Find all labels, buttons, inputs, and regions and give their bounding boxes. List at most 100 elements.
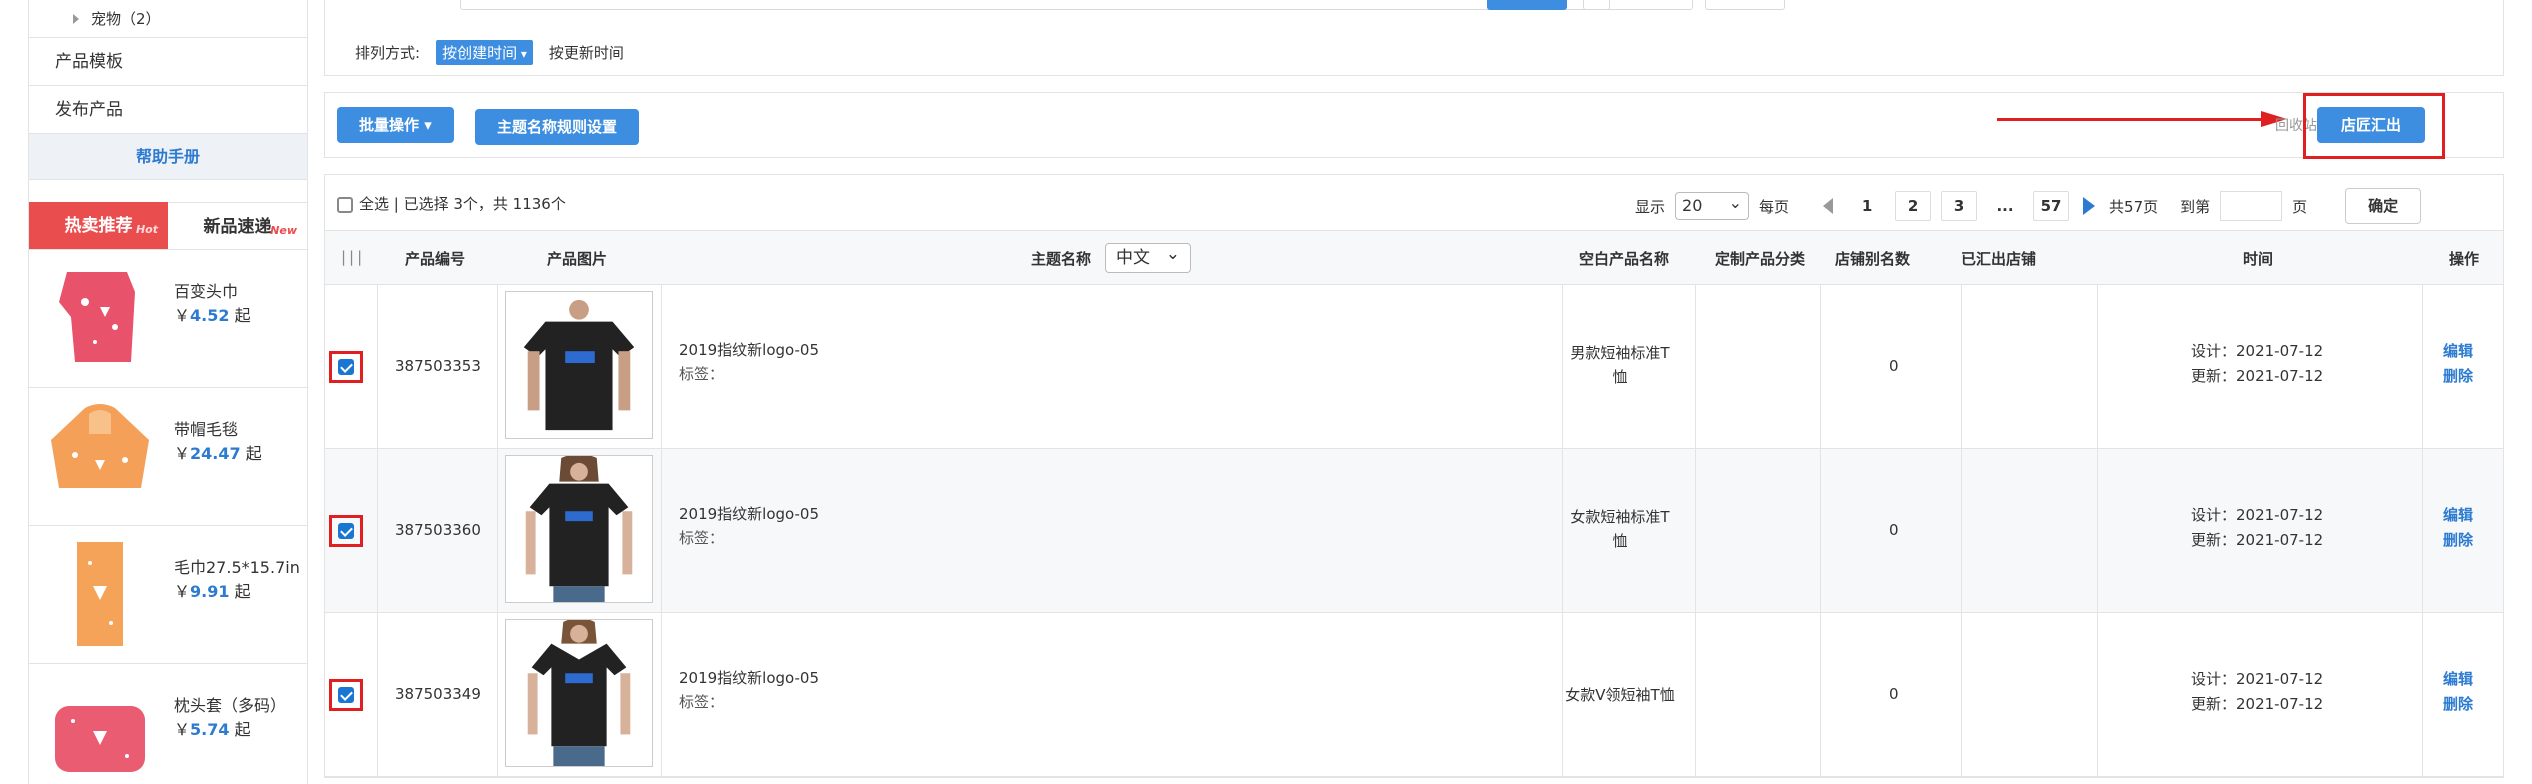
product-title: 2019指纹新logo-05 [679, 669, 819, 687]
prev-page-icon[interactable] [1823, 198, 1834, 214]
edit-link[interactable]: 编辑 [2443, 339, 2473, 364]
batch-operation-button[interactable]: 批量操作 ▾ [337, 107, 454, 143]
currency-symbol: ￥ [174, 582, 191, 601]
hot-item-price: ￥24.47 起 [174, 440, 262, 464]
row-checkbox[interactable] [338, 523, 354, 539]
currency-symbol: ￥ [174, 306, 191, 325]
hot-item-name[interactable]: 百变头巾 [174, 278, 238, 302]
design-date: 设计：2021-07-12 [2191, 506, 2324, 524]
product-image[interactable] [505, 291, 653, 439]
update-date: 更新：2021-07-12 [2191, 367, 2324, 385]
sidebar-link-product-template[interactable]: 产品模板 [29, 38, 307, 86]
price-value: 24.47 [190, 444, 241, 463]
help-manual-link[interactable]: 帮助手册 [29, 134, 307, 180]
row-ops: 编辑 删除 [2443, 667, 2473, 717]
title-rule-settings-button[interactable]: 主题名称规则设置 [475, 109, 640, 145]
edit-link[interactable]: 编辑 [2443, 503, 2473, 528]
hot-item[interactable]: 带帽毛毯 ￥24.47 起 [29, 388, 307, 526]
header-code: 产品编号 [405, 250, 466, 268]
column-settings-icon[interactable]: ||| [341, 248, 365, 266]
hot-item-name[interactable]: 枕头套（多码） [174, 692, 286, 716]
pagination-bar: 全选 | 已选择 3个，共 1136个 显示 20 每页 1 2 3 ... 5… [325, 175, 2503, 231]
product-tags: 标签： [679, 693, 725, 711]
hot-item-price: ￥5.74 起 [174, 716, 251, 740]
price-suffix: 起 [234, 720, 251, 739]
design-date: 设计：2021-07-12 [2191, 670, 2324, 688]
product-image[interactable] [505, 619, 653, 767]
tab-new-arrivals[interactable]: 新品速递 New [168, 202, 307, 249]
header-ops: 操作 [2449, 250, 2480, 268]
confirm-goto-button[interactable]: 确定 [2345, 188, 2422, 224]
filter-button[interactable] [1583, 0, 1693, 10]
search-button[interactable] [1487, 0, 1567, 10]
tab-new-label: 新品速递 [203, 217, 272, 237]
product-image[interactable] [505, 455, 653, 603]
select-all-checkbox[interactable] [337, 196, 353, 213]
row-checkbox-highlight [329, 679, 363, 711]
product-tags: 标签： [679, 529, 725, 547]
price-suffix: 起 [245, 444, 262, 463]
row-checkbox[interactable] [338, 359, 354, 375]
sort-by-updated-button[interactable]: 按更新时间 [549, 42, 624, 63]
hot-item-price: ￥4.52 起 [174, 302, 251, 326]
blank-name-line2: 恤 [1612, 368, 1628, 386]
page-57[interactable]: 57 [2033, 191, 2070, 221]
delete-link[interactable]: 删除 [2443, 692, 2473, 717]
language-select[interactable]: 中文 [1105, 240, 1191, 273]
page-2[interactable]: 2 [1895, 191, 1932, 221]
hot-item[interactable]: 枕头套（多码） ￥5.74 起 [29, 664, 307, 784]
pager: 显示 20 每页 1 2 3 ... 57 共57页 到第 页 确定 [1635, 188, 2422, 224]
per-page-select[interactable]: 20 [1675, 190, 1750, 220]
next-page-icon[interactable] [2083, 197, 2096, 215]
header-category: 定制产品分类 [1715, 250, 1806, 268]
product-title: 2019指纹新logo-05 [679, 341, 819, 359]
per-page-label: 每页 [1759, 197, 1790, 216]
reset-button[interactable] [1705, 0, 1785, 10]
table-row: 387503353 2019指纹新logo-05 标签： 男款短袖标准T 恤 0 … [325, 285, 2503, 449]
header-title: 主题名称 [1031, 250, 1092, 268]
hot-item[interactable]: 毛巾27.5*15.7in ￥9.91 起 [29, 526, 307, 664]
product-code: 387503353 [395, 357, 481, 375]
header-blank-name: 空白产品名称 [1579, 250, 1670, 268]
pillowcase-thumbnail[interactable] [45, 676, 155, 784]
alias-count: 0 [1889, 521, 1899, 539]
hot-item[interactable]: 百变头巾 ￥4.52 起 [29, 250, 307, 388]
design-date: 设计：2021-07-12 [2191, 342, 2324, 360]
tree-item-pets[interactable]: 宠物（2） [29, 0, 307, 38]
hooded-blanket-thumbnail[interactable] [45, 400, 155, 512]
sidebar-link-publish-product[interactable]: 发布产品 [29, 86, 307, 134]
total-pages: 共57页 [2109, 197, 2159, 216]
shoplazza-export-button[interactable]: 店匠汇出 [2317, 107, 2426, 143]
towel-thumbnail[interactable] [45, 538, 155, 650]
goto-page-input[interactable] [2220, 191, 2283, 221]
page-1[interactable]: 1 [1849, 191, 1885, 221]
blank-name-line1: 男款短袖标准T [1570, 344, 1670, 362]
hot-item-name[interactable]: 毛巾27.5*15.7in [174, 554, 300, 578]
edit-link[interactable]: 编辑 [2443, 667, 2473, 692]
sort-row: 排列方式: 按创建时间 按更新时间 [355, 40, 624, 65]
price-value: 5.74 [190, 720, 230, 739]
currency-symbol: ￥ [174, 444, 191, 463]
row-checkbox[interactable] [338, 687, 354, 703]
search-input[interactable] [460, 0, 1610, 10]
tab-hot-recommend[interactable]: 热卖推荐 Hot [29, 202, 168, 249]
blank-name-line1: 女款V领短袖T恤 [1565, 686, 1675, 704]
header-image: 产品图片 [547, 250, 608, 268]
sort-by-created-button[interactable]: 按创建时间 [436, 40, 533, 65]
blank-name-line2: 恤 [1612, 532, 1628, 550]
selection-summary: 全选 | 已选择 3个，共 1136个 [359, 195, 566, 213]
page-3[interactable]: 3 [1941, 191, 1978, 221]
header-alias: 店铺别名数 [1835, 250, 1911, 268]
new-badge: New [270, 224, 297, 237]
delete-link[interactable]: 删除 [2443, 364, 2473, 389]
delete-link[interactable]: 删除 [2443, 528, 2473, 553]
select-all[interactable]: 全选 | 已选择 3个，共 1136个 [337, 193, 566, 214]
caret-right-icon[interactable] [73, 14, 79, 24]
hot-item-name[interactable]: 带帽毛毯 [174, 416, 238, 440]
bandana-thumbnail[interactable] [45, 262, 155, 374]
sidebar: 宠物（2） 产品模板 发布产品 帮助手册 热卖推荐 Hot 新品速递 New 百… [28, 0, 308, 784]
product-code: 387503349 [395, 685, 481, 703]
alias-count: 0 [1889, 357, 1899, 375]
page-unit-label: 页 [2292, 197, 2308, 216]
product-table: 全选 | 已选择 3个，共 1136个 显示 20 每页 1 2 3 ... 5… [324, 174, 2504, 778]
